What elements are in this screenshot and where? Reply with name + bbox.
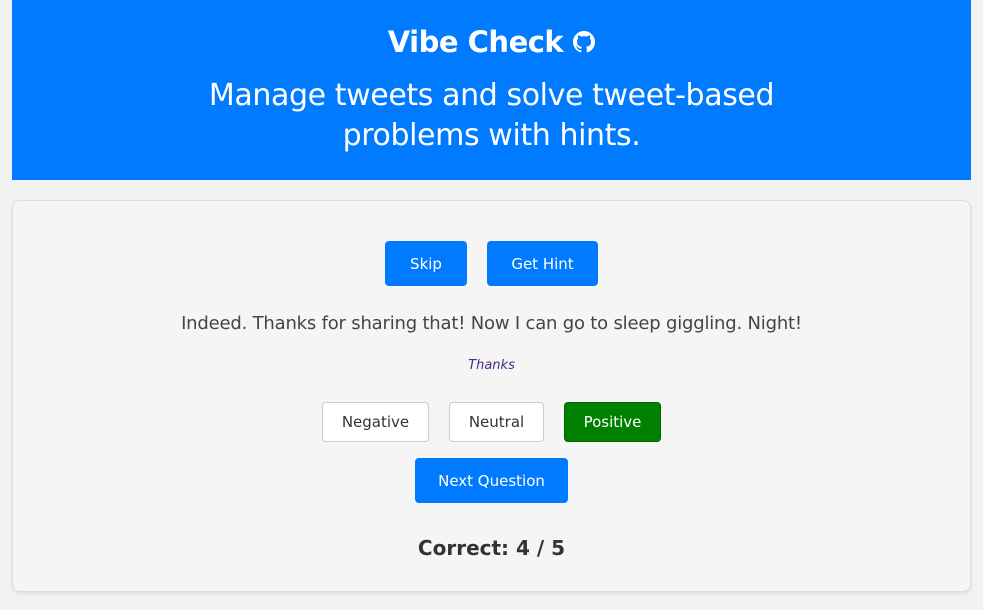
github-icon[interactable] (573, 31, 596, 53)
app-title: Vibe Check (387, 25, 564, 59)
title-row: Vibe Check (12, 22, 971, 62)
positive-button[interactable]: Positive (564, 402, 661, 442)
hint-text: Thanks (468, 358, 515, 373)
negative-button[interactable]: Negative (322, 402, 429, 442)
neutral-button[interactable]: Neutral (449, 402, 544, 442)
score-display: Correct: 4 / 5 (417, 536, 566, 560)
app-header: Vibe Check Manage tweets and solve tweet… (12, 0, 971, 180)
next-question-button[interactable]: Next Question (415, 458, 568, 503)
tweet-text: Indeed. Thanks for sharing that! Now I c… (181, 313, 802, 334)
quiz-card: Skip Get Hint Indeed. Thanks for sharing… (12, 200, 971, 592)
app-subtitle: Manage tweets and solve tweet-based prob… (208, 78, 775, 153)
get-hint-button[interactable]: Get Hint (487, 241, 598, 286)
skip-button[interactable]: Skip (385, 241, 467, 286)
